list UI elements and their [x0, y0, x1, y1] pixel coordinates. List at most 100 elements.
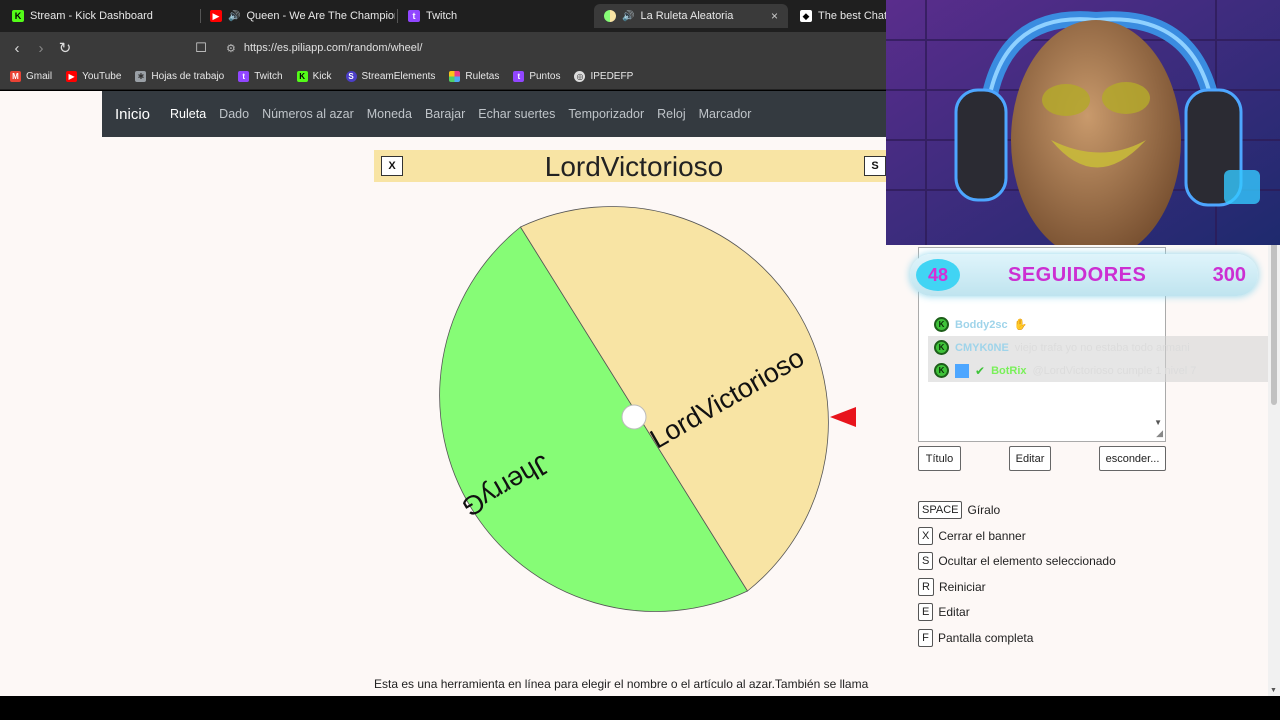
- bookmark-puntos[interactable]: t Puntos: [513, 71, 560, 82]
- roulette-wheel[interactable]: LordVictorioso JherryG: [410, 196, 860, 636]
- puzzle-icon: ✱: [135, 71, 147, 82]
- follower-goal: 300: [1212, 264, 1246, 286]
- follower-goal-widget: 48 SEGUIDORES 300: [910, 254, 1258, 296]
- bookmark-ruletas[interactable]: Ruletas: [449, 71, 499, 82]
- scroll-down-icon[interactable]: ▼: [1154, 418, 1162, 427]
- tab-title: La Ruleta Aleatoria: [640, 10, 734, 22]
- tab-kick-dashboard[interactable]: K Stream - Kick Dashboard: [2, 4, 198, 28]
- bookmark-streamelements[interactable]: S StreamElements: [345, 71, 435, 82]
- description-text: Esta es una herramienta en línea para el…: [374, 677, 869, 691]
- nav-reloj[interactable]: Reloj: [657, 107, 686, 121]
- tab-twitch[interactable]: t Twitch: [398, 4, 593, 28]
- follower-label: SEGUIDORES: [1008, 264, 1147, 286]
- nav-moneda[interactable]: Moneda: [367, 107, 412, 121]
- resize-handle-icon[interactable]: ◢: [1156, 428, 1163, 439]
- bookmark-kick[interactable]: K Kick: [296, 71, 332, 82]
- shortcut-label: Gíralo: [967, 503, 1001, 517]
- bookmark-ipedefp[interactable]: ◎ IPEDEFP: [574, 71, 633, 82]
- shortcut-label: Ocultar el elemento seleccionado: [938, 554, 1116, 568]
- shortcut-r: R Reiniciar: [918, 578, 986, 596]
- follower-count: 48: [916, 259, 960, 291]
- chat-message: K Boddy2sc ✋: [928, 313, 1268, 336]
- globe-icon: ◎: [574, 71, 586, 82]
- site-navbar: Inicio Ruleta Dado Números al azar Moned…: [102, 91, 1002, 137]
- shortcut-key: S: [918, 552, 934, 570]
- ruletas-icon: [449, 71, 461, 82]
- speaker-icon: 🔊: [622, 10, 635, 22]
- nav-dado[interactable]: Dado: [219, 107, 249, 121]
- bookmark-twitch[interactable]: t Twitch: [238, 71, 283, 82]
- shortcut-key: X: [918, 527, 934, 545]
- wheel-center-hub[interactable]: [621, 404, 647, 430]
- kick-badge-icon: K: [934, 363, 949, 378]
- chat-text: @LordVictorioso cumple 1 nivel 7: [1032, 364, 1197, 377]
- tab-chatbot[interactable]: ◆ The best ChatBo: [790, 4, 886, 28]
- verified-badge-icon: ✔: [975, 363, 986, 378]
- shortcut-x: X Cerrar el banner: [918, 527, 1026, 545]
- result-title: LordVictorioso: [544, 151, 724, 182]
- site-info-icon[interactable]: ⚙: [226, 42, 236, 55]
- hand-emote-icon: ✋: [1013, 319, 1028, 331]
- bookmark-gmail[interactable]: M Gmail: [10, 71, 52, 82]
- chat-message: K CMYK0NE viejo trafa yo no estaba todo …: [928, 336, 1268, 359]
- kick-icon: K: [296, 71, 308, 82]
- shortcut-key: F: [918, 629, 933, 647]
- forward-icon[interactable]: ›: [31, 38, 51, 58]
- shortcut-key: R: [918, 578, 934, 596]
- shortcut-label: Cerrar el banner: [938, 529, 1026, 543]
- bookmark-icon[interactable]: ☐: [191, 38, 211, 58]
- tab-title: Queen - We Are The Champions (: [246, 10, 395, 22]
- back-icon[interactable]: ‹: [7, 38, 27, 58]
- speaker-icon: 🔊: [228, 10, 241, 22]
- wheel-pointer-icon: [830, 407, 856, 427]
- streamelements-icon: S: [345, 71, 357, 82]
- scroll-down-icon[interactable]: ▼: [1270, 687, 1277, 694]
- twitch-icon: t: [513, 71, 525, 82]
- nav-marcador[interactable]: Marcador: [699, 107, 752, 121]
- webcam-overlay: [886, 0, 1280, 245]
- chat-user: Boddy2sc: [955, 318, 1008, 331]
- shortcut-e: E Editar: [918, 603, 970, 621]
- url-field[interactable]: ⚙ https://es.piliapp.com/random/wheel/: [226, 38, 422, 58]
- tab-ruleta-aleatoria[interactable]: 🔊 La Ruleta Aleatoria ×: [594, 4, 788, 28]
- bookmark-youtube[interactable]: ▶ YouTube: [66, 71, 121, 82]
- bot-badge-icon: [955, 363, 969, 378]
- close-tab-icon[interactable]: ×: [771, 9, 778, 23]
- nav-ruleta[interactable]: Ruleta: [170, 107, 206, 121]
- reload-icon[interactable]: ↻: [55, 38, 75, 58]
- shortcut-label: Pantalla completa: [938, 631, 1034, 645]
- shortcut-key: SPACE: [918, 501, 963, 519]
- shortcut-key: E: [918, 603, 934, 621]
- chatbot-icon: ◆: [800, 10, 812, 22]
- url-text: https://es.piliapp.com/random/wheel/: [243, 42, 423, 54]
- tab-youtube-queen[interactable]: ▶ 🔊 Queen - We Are The Champions (: [200, 4, 395, 28]
- kick-badge-icon: K: [934, 317, 949, 332]
- youtube-icon: ▶: [210, 10, 222, 22]
- tab-title: The best ChatBo: [818, 10, 886, 22]
- nav-echar-suertes[interactable]: Echar suertes: [478, 107, 555, 121]
- title-button[interactable]: Título: [918, 446, 961, 471]
- hide-button[interactable]: esconder...: [1099, 446, 1166, 471]
- webcam-image: [886, 0, 1280, 245]
- shortcut-space: SPACE Gíralo: [918, 501, 1000, 519]
- tab-title: Stream - Kick Dashboard: [30, 10, 153, 22]
- bookmark-hojas[interactable]: ✱ Hojas de trabajo: [135, 71, 224, 82]
- chat-user: BotRix: [991, 364, 1027, 377]
- nav-barajar[interactable]: Barajar: [425, 107, 465, 121]
- kick-icon: K: [12, 10, 24, 22]
- nav-brand-home[interactable]: Inicio: [115, 106, 150, 123]
- banner-close-button[interactable]: X: [381, 156, 403, 176]
- nav-temporizador[interactable]: Temporizador: [568, 107, 644, 121]
- result-banner: LordVictorioso X S: [374, 150, 914, 182]
- chat-user: CMYK0NE: [955, 341, 1009, 354]
- chat-text: viejo trafa yo no estaba todo armani: [1014, 341, 1190, 354]
- banner-hide-button[interactable]: S: [864, 156, 886, 176]
- tab-title: Twitch: [426, 10, 458, 22]
- shortcut-s: S Ocultar el elemento seleccionado: [918, 552, 1116, 570]
- wheel-icon: [604, 10, 616, 22]
- shortcut-f: F Pantalla completa: [918, 629, 1033, 647]
- edit-button[interactable]: Editar: [1009, 446, 1051, 471]
- nav-numeros[interactable]: Números al azar: [262, 107, 354, 121]
- twitch-icon: t: [238, 71, 250, 82]
- chat-overlay: K Boddy2sc ✋ K CMYK0NE viejo trafa yo no…: [928, 313, 1268, 382]
